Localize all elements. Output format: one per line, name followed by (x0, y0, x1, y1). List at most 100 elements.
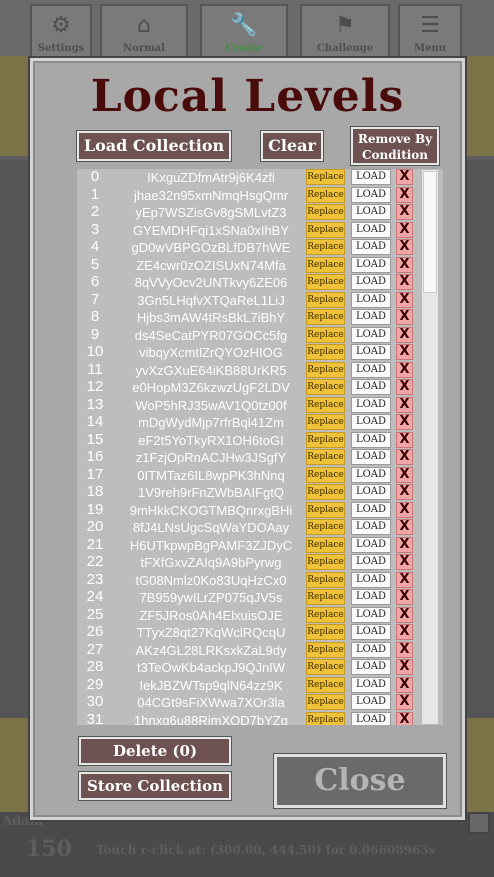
replace-button[interactable]: Replace (306, 256, 345, 273)
delete-level-button[interactable]: X (396, 676, 413, 693)
load-button[interactable]: LOAD (351, 239, 391, 255)
delete-level-button[interactable]: X (396, 624, 413, 640)
delete-level-button[interactable]: X (396, 326, 413, 343)
load-button[interactable]: LOAD (351, 641, 391, 658)
replace-button[interactable]: Replace (306, 221, 345, 238)
delete-level-button[interactable]: X (396, 501, 413, 518)
delete-level-button[interactable]: X (396, 711, 413, 725)
load-button[interactable]: LOAD (351, 606, 391, 623)
load-button[interactable]: LOAD (351, 659, 391, 675)
delete-level-button[interactable]: X (396, 536, 413, 553)
load-button[interactable]: LOAD (351, 414, 391, 430)
delete-level-button[interactable]: X (396, 221, 413, 238)
replace-button[interactable]: Replace (306, 536, 345, 553)
tab-challenge[interactable]: ⚑ Challenge (300, 4, 390, 56)
delete-level-button[interactable]: X (396, 431, 413, 448)
delete-level-button[interactable]: X (396, 379, 413, 395)
load-button[interactable]: LOAD (351, 571, 391, 588)
replace-button[interactable]: Replace (306, 326, 345, 343)
load-button[interactable]: LOAD (351, 624, 391, 640)
replace-button[interactable]: Replace (306, 466, 345, 483)
delete-level-button[interactable]: X (396, 571, 413, 588)
load-button[interactable]: LOAD (351, 449, 391, 465)
load-button[interactable]: LOAD (351, 536, 391, 553)
replace-button[interactable]: Replace (306, 711, 345, 725)
replace-button[interactable]: Replace (306, 624, 345, 640)
load-button[interactable]: LOAD (351, 256, 391, 273)
delete-level-button[interactable]: X (396, 414, 413, 430)
delete-level-button[interactable]: X (396, 606, 413, 623)
replace-button[interactable]: Replace (306, 641, 345, 658)
delete-level-button[interactable]: X (396, 519, 413, 535)
replace-button[interactable]: Replace (306, 379, 345, 395)
load-button[interactable]: LOAD (351, 169, 391, 185)
delete-level-button[interactable]: X (396, 361, 413, 378)
load-button[interactable]: LOAD (351, 554, 391, 570)
corner-button[interactable] (468, 812, 490, 834)
load-button[interactable]: LOAD (351, 676, 391, 693)
replace-button[interactable]: Replace (306, 431, 345, 448)
load-button[interactable]: LOAD (351, 466, 391, 483)
load-button[interactable]: LOAD (351, 186, 391, 203)
scrollbar[interactable] (421, 169, 439, 725)
delete-level-button[interactable]: X (396, 344, 413, 360)
delete-level-button[interactable]: X (396, 256, 413, 273)
replace-button[interactable]: Replace (306, 169, 345, 185)
close-button[interactable]: Close (274, 754, 446, 808)
delete-level-button[interactable]: X (396, 204, 413, 220)
load-button[interactable]: LOAD (351, 361, 391, 378)
tab-create[interactable]: 🔧 Create (200, 4, 288, 56)
load-button[interactable]: LOAD (351, 501, 391, 518)
load-button[interactable]: LOAD (351, 589, 391, 605)
load-button[interactable]: LOAD (351, 291, 391, 308)
load-button[interactable]: LOAD (351, 221, 391, 238)
tab-settings[interactable]: ⚙ Settings (30, 4, 92, 56)
scrollbar-thumb[interactable] (423, 171, 437, 293)
replace-button[interactable]: Replace (306, 239, 345, 255)
replace-button[interactable]: Replace (306, 571, 345, 588)
load-collection-button[interactable]: Load Collection (77, 131, 231, 161)
delete-level-button[interactable]: X (396, 309, 413, 325)
replace-button[interactable]: Replace (306, 204, 345, 220)
replace-button[interactable]: Replace (306, 414, 345, 430)
replace-button[interactable]: Replace (306, 694, 345, 710)
delete-level-button[interactable]: X (396, 466, 413, 483)
replace-button[interactable]: Replace (306, 396, 345, 413)
clear-button[interactable]: Clear (261, 131, 323, 161)
load-button[interactable]: LOAD (351, 431, 391, 448)
replace-button[interactable]: Replace (306, 484, 345, 500)
load-button[interactable]: LOAD (351, 309, 391, 325)
load-button[interactable]: LOAD (351, 694, 391, 710)
replace-button[interactable]: Replace (306, 519, 345, 535)
store-collection-button[interactable]: Store Collection (79, 772, 231, 800)
delete-level-button[interactable]: X (396, 641, 413, 658)
replace-button[interactable]: Replace (306, 501, 345, 518)
load-button[interactable]: LOAD (351, 204, 391, 220)
tab-normal[interactable]: ⌂ Normal (100, 4, 188, 56)
delete-level-button[interactable]: X (396, 239, 413, 255)
remove-by-condition-button[interactable]: Remove By Condition (351, 127, 439, 165)
replace-button[interactable]: Replace (306, 676, 345, 693)
delete-level-button[interactable]: X (396, 186, 413, 203)
load-button[interactable]: LOAD (351, 379, 391, 395)
delete-level-button[interactable]: X (396, 659, 413, 675)
tab-menu[interactable]: ☰ Menu (398, 4, 462, 56)
load-button[interactable]: LOAD (351, 344, 391, 360)
replace-button[interactable]: Replace (306, 606, 345, 623)
replace-button[interactable]: Replace (306, 659, 345, 675)
delete-level-button[interactable]: X (396, 554, 413, 570)
delete-level-button[interactable]: X (396, 396, 413, 413)
delete-level-button[interactable]: X (396, 694, 413, 710)
replace-button[interactable]: Replace (306, 291, 345, 308)
replace-button[interactable]: Replace (306, 274, 345, 290)
replace-button[interactable]: Replace (306, 449, 345, 465)
load-button[interactable]: LOAD (351, 711, 391, 725)
delete-button[interactable]: Delete (0) (79, 737, 231, 765)
delete-level-button[interactable]: X (396, 291, 413, 308)
replace-button[interactable]: Replace (306, 344, 345, 360)
delete-level-button[interactable]: X (396, 169, 413, 185)
replace-button[interactable]: Replace (306, 186, 345, 203)
load-button[interactable]: LOAD (351, 484, 391, 500)
replace-button[interactable]: Replace (306, 589, 345, 605)
load-button[interactable]: LOAD (351, 274, 391, 290)
